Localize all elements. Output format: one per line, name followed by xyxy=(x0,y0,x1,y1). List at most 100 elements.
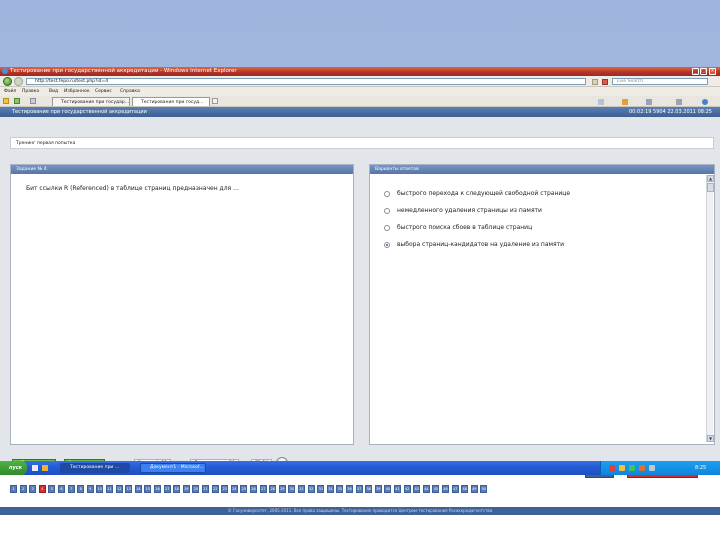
help-icon[interactable] xyxy=(702,99,708,105)
question-number-button[interactable]: 46 xyxy=(442,485,449,493)
tray-icon[interactable] xyxy=(629,465,635,471)
question-number-button[interactable]: 38 xyxy=(365,485,373,493)
question-number-button[interactable]: 24 xyxy=(230,485,238,493)
question-number-button[interactable]: 1 xyxy=(10,485,17,493)
question-number-button[interactable]: 40 xyxy=(384,485,392,493)
question-number-button[interactable]: 29 xyxy=(278,485,286,493)
question-number-button[interactable]: 16 xyxy=(154,485,161,493)
question-number-button[interactable]: 37 xyxy=(355,485,363,493)
minimize-button[interactable]: _ xyxy=(692,68,699,75)
menu-edit[interactable]: Правка xyxy=(22,89,39,94)
feeds-icon[interactable] xyxy=(622,99,628,105)
refresh-icon[interactable] xyxy=(592,79,598,85)
question-number-button[interactable]: 41 xyxy=(394,485,401,493)
new-tab-icon[interactable] xyxy=(212,98,218,104)
question-number-button[interactable]: 8 xyxy=(77,485,85,493)
question-number-button[interactable]: 33 xyxy=(317,485,325,493)
question-number-button[interactable]: 11 xyxy=(106,485,113,493)
question-number-button[interactable]: 7 xyxy=(67,485,75,493)
question-number-button[interactable]: 21 xyxy=(202,485,209,493)
question-number-button[interactable]: 30 xyxy=(288,485,296,493)
question-number-button[interactable]: 49 xyxy=(470,485,478,493)
print-icon[interactable] xyxy=(646,99,652,105)
task-browser[interactable]: Тестирование при ... xyxy=(60,463,130,473)
question-number-button[interactable]: 44 xyxy=(422,485,430,493)
tab-testing-2[interactable]: Тестирование при госуд... xyxy=(132,97,210,106)
scroll-down-icon[interactable]: ▼ xyxy=(707,435,714,442)
question-number-button[interactable]: 48 xyxy=(461,485,469,493)
question-number-button[interactable]: 26 xyxy=(250,485,257,493)
title-bar[interactable]: Тестирование при государственной аккреди… xyxy=(0,67,720,76)
stop-icon[interactable] xyxy=(602,79,608,85)
answers-scrollbar[interactable]: ▲ ▼ xyxy=(706,175,714,442)
menu-favorites[interactable]: Избранное xyxy=(64,89,90,94)
quicklaunch-icon[interactable] xyxy=(42,465,48,471)
scroll-thumb[interactable] xyxy=(707,183,714,192)
question-number-button[interactable]: 14 xyxy=(134,485,142,493)
question-number-button[interactable]: 6 xyxy=(58,485,65,493)
question-number-button[interactable]: 17 xyxy=(163,485,171,493)
question-number-button[interactable]: 10 xyxy=(96,485,104,493)
tray-icon[interactable] xyxy=(609,465,615,471)
menu-tools[interactable]: Сервис xyxy=(95,89,112,94)
radio-button-selected[interactable] xyxy=(384,242,390,248)
question-number-button[interactable]: 15 xyxy=(144,485,152,493)
question-number-button[interactable]: 3 xyxy=(29,485,37,493)
question-number-button[interactable]: 19 xyxy=(182,485,190,493)
question-number-button[interactable]: 43 xyxy=(413,485,421,493)
favorites-star-icon[interactable] xyxy=(3,98,9,104)
question-number-button[interactable]: 18 xyxy=(173,485,181,493)
start-button[interactable]: пуск xyxy=(0,461,27,475)
question-number-button[interactable]: 34 xyxy=(326,485,334,493)
question-number-button[interactable]: 20 xyxy=(192,485,200,493)
question-number-button[interactable]: 5 xyxy=(48,485,56,493)
question-navigator: 1 2 3 4 5 6 7 8 9 10 11 12 13 14 15 16 17 18 19 20 21 22 23 24 2… xyxy=(10,485,714,494)
maximize-button[interactable]: □ xyxy=(700,68,707,75)
quick-tabs-icon[interactable] xyxy=(30,98,36,104)
tab-testing-1[interactable]: Тестирование при государ... xyxy=(52,97,130,106)
question-number-button[interactable]: 36 xyxy=(346,485,353,493)
close-button[interactable]: × xyxy=(709,68,716,75)
tray-icon[interactable] xyxy=(619,465,625,471)
question-number-button[interactable]: 9 xyxy=(86,485,94,493)
menu-help[interactable]: Справка xyxy=(120,89,140,94)
back-icon[interactable] xyxy=(3,77,12,86)
radio-button[interactable] xyxy=(384,191,390,197)
page-menu-icon[interactable] xyxy=(676,99,682,105)
question-number-button[interactable]: 4 xyxy=(38,485,46,493)
question-number-button[interactable]: 31 xyxy=(298,485,305,493)
page-content: Тестирование при государственной аккреди… xyxy=(0,107,720,515)
question-number-button[interactable]: 12 xyxy=(115,485,123,493)
question-number-button[interactable]: 23 xyxy=(221,485,229,493)
windows-taskbar: пуск Тестирование при ... Документ1 - Mi… xyxy=(0,461,720,475)
question-number-button[interactable]: 47 xyxy=(451,485,459,493)
question-number-button[interactable]: 32 xyxy=(307,485,315,493)
question-number-button[interactable]: 35 xyxy=(336,485,344,493)
search-input[interactable]: Live Search xyxy=(612,78,708,85)
question-number-button[interactable]: 39 xyxy=(374,485,382,493)
tab-bar: Тестирование при государ... Тестирование… xyxy=(0,96,720,107)
menu-view[interactable]: Вид xyxy=(49,89,58,94)
volume-icon[interactable] xyxy=(649,465,655,471)
task-word[interactable]: Документ1 - Microsof... xyxy=(140,463,206,473)
add-favorites-icon[interactable] xyxy=(14,98,20,104)
tray-icon[interactable] xyxy=(639,465,645,471)
scroll-up-icon[interactable]: ▲ xyxy=(707,175,714,182)
radio-button[interactable] xyxy=(384,225,390,231)
question-number-button[interactable]: 50 xyxy=(480,485,488,493)
question-number-button[interactable]: 25 xyxy=(240,485,248,493)
question-number-button[interactable]: 22 xyxy=(211,485,219,493)
page-header-title: Тестирование при государственной аккреди… xyxy=(12,109,147,115)
home-icon[interactable] xyxy=(598,99,604,105)
question-number-button[interactable]: 42 xyxy=(403,485,411,493)
show-desktop-icon[interactable] xyxy=(32,465,38,471)
address-input[interactable]: http://test.fepo.ru/test.php?id=4 xyxy=(26,78,586,85)
question-number-button[interactable]: 45 xyxy=(432,485,440,493)
question-number-button[interactable]: 13 xyxy=(125,485,133,493)
forward-icon[interactable] xyxy=(14,77,23,86)
radio-button[interactable] xyxy=(384,208,390,214)
question-number-button[interactable]: 2 xyxy=(19,485,27,493)
question-number-button[interactable]: 28 xyxy=(269,485,277,493)
menu-file[interactable]: Файл xyxy=(4,89,16,94)
question-number-button[interactable]: 27 xyxy=(259,485,267,493)
